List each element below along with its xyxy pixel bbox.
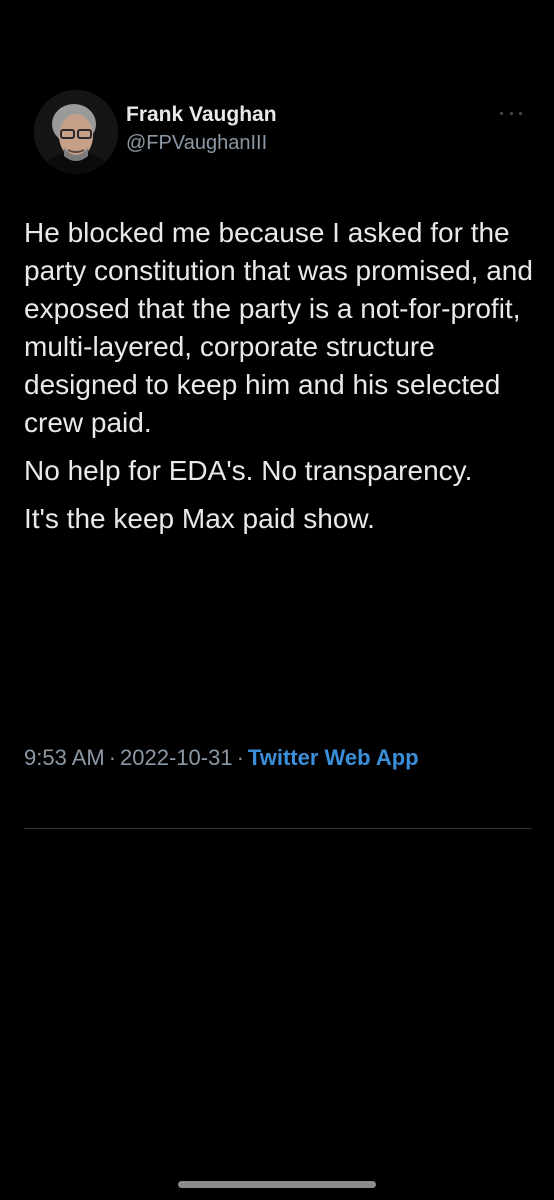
tweet-paragraph: He blocked me because I asked for the pa…: [24, 217, 533, 438]
tweet-header: Frank Vaughan @FPVaughanIII: [34, 90, 534, 176]
avatar[interactable]: [34, 90, 118, 174]
separator: ·: [108, 745, 117, 770]
more-options-button[interactable]: [500, 106, 522, 120]
user-info: Frank Vaughan @FPVaughanIII: [126, 102, 277, 156]
tweet-metadata: 9:53 AM · 2022-10-31 · Twitter Web App: [24, 740, 514, 776]
tweet-time[interactable]: 9:53 AM: [24, 745, 105, 770]
profile-photo-icon: [34, 90, 118, 174]
ellipsis-icon: [500, 111, 503, 115]
separator: ·: [236, 745, 244, 770]
tweet-source-link[interactable]: Twitter Web App: [248, 745, 419, 770]
user-handle[interactable]: @FPVaughanIII: [126, 130, 277, 156]
tweet-text: He blocked me because I asked for the pa…: [24, 214, 536, 548]
display-name[interactable]: Frank Vaughan: [126, 102, 277, 128]
tweet-paragraph: No help for EDA's. No transparency.: [24, 455, 473, 486]
tweet-paragraph: It's the keep Max paid show.: [24, 503, 375, 534]
home-indicator[interactable]: [178, 1181, 376, 1188]
divider: [24, 828, 532, 829]
tweet-date[interactable]: 2022-10-31: [120, 745, 233, 770]
